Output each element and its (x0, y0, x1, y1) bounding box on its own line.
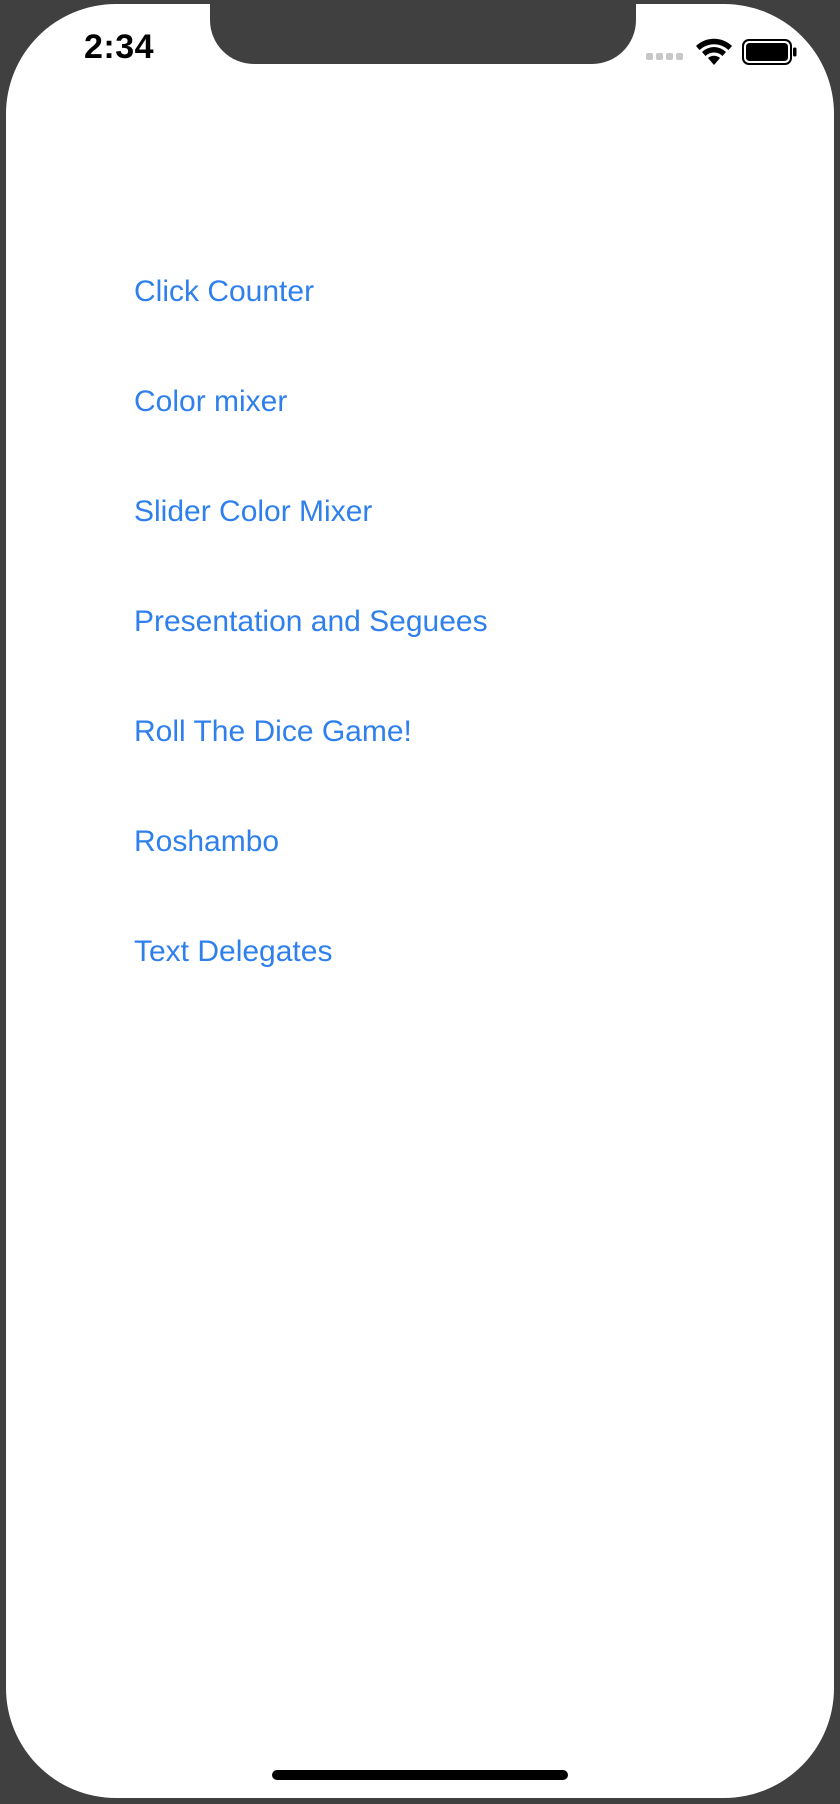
menu-item-color-mixer[interactable]: Color mixer (134, 385, 287, 420)
demo-menu: Click Counter Color mixer Slider Color M… (134, 4, 734, 1104)
menu-item-presentation-and-segues[interactable]: Presentation and Seguees (134, 605, 488, 640)
battery-icon (742, 39, 797, 65)
menu-item-roll-the-dice[interactable]: Roll The Dice Game! (134, 715, 412, 750)
home-indicator[interactable] (272, 1770, 568, 1780)
menu-item-slider-color-mixer[interactable]: Slider Color Mixer (134, 495, 372, 530)
menu-item-click-counter[interactable]: Click Counter (134, 275, 314, 310)
menu-item-roshambo[interactable]: Roshambo (134, 825, 279, 860)
menu-item-text-delegates[interactable]: Text Delegates (134, 935, 332, 970)
device-frame: 2:34 Click Counter Color mixer Slider Co… (0, 0, 840, 1804)
app-screen: 2:34 Click Counter Color mixer Slider Co… (6, 4, 834, 1798)
